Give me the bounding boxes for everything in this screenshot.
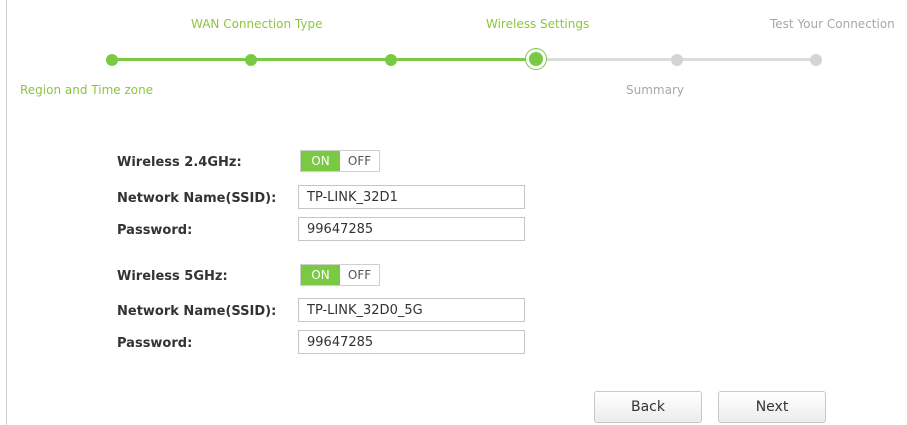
password-24-input[interactable] [298,217,525,241]
ssid-5-input[interactable] [298,298,525,322]
step-label-wan-connection-type: WAN Connection Type [191,17,323,31]
step-label-wireless-settings: Wireless Settings [486,17,590,31]
step-dot-region-time-zone [106,54,118,66]
step-label-summary: Summary [626,83,684,97]
password-24-label: Password: [117,223,193,238]
wireless-5-toggle-off[interactable]: OFF [340,265,379,285]
ssid-5-label: Network Name(SSID): [117,304,277,319]
step-label-test-connection: Test Your Connection [770,17,895,31]
ssid-24-label: Network Name(SSID): [117,191,277,206]
step-dot-step-3 [385,54,397,66]
password-5-label: Password: [117,336,193,351]
wizard-panel: Region and Time zone WAN Connection Type… [6,0,907,425]
step-dot-wan-connection-type [245,54,257,66]
password-5-input[interactable] [298,330,525,354]
step-dot-summary [671,54,683,66]
wireless-24-toggle[interactable]: ON OFF [300,150,380,172]
back-button[interactable]: Back [594,391,702,423]
progress-track-complete [112,58,536,61]
wireless-5-toggle-on[interactable]: ON [301,265,340,285]
wireless-5-toggle[interactable]: ON OFF [300,264,380,286]
wireless-24-toggle-off[interactable]: OFF [340,151,379,171]
next-button[interactable]: Next [718,391,826,423]
ssid-24-input[interactable] [298,185,525,209]
wireless-24-toggle-on[interactable]: ON [301,151,340,171]
wireless-24-label: Wireless 2.4GHz: [117,155,242,170]
step-dot-wireless-settings [529,52,543,66]
step-dot-test-connection [810,54,822,66]
step-label-region-time-zone: Region and Time zone [20,83,154,97]
wireless-5-label: Wireless 5GHz: [117,269,228,284]
